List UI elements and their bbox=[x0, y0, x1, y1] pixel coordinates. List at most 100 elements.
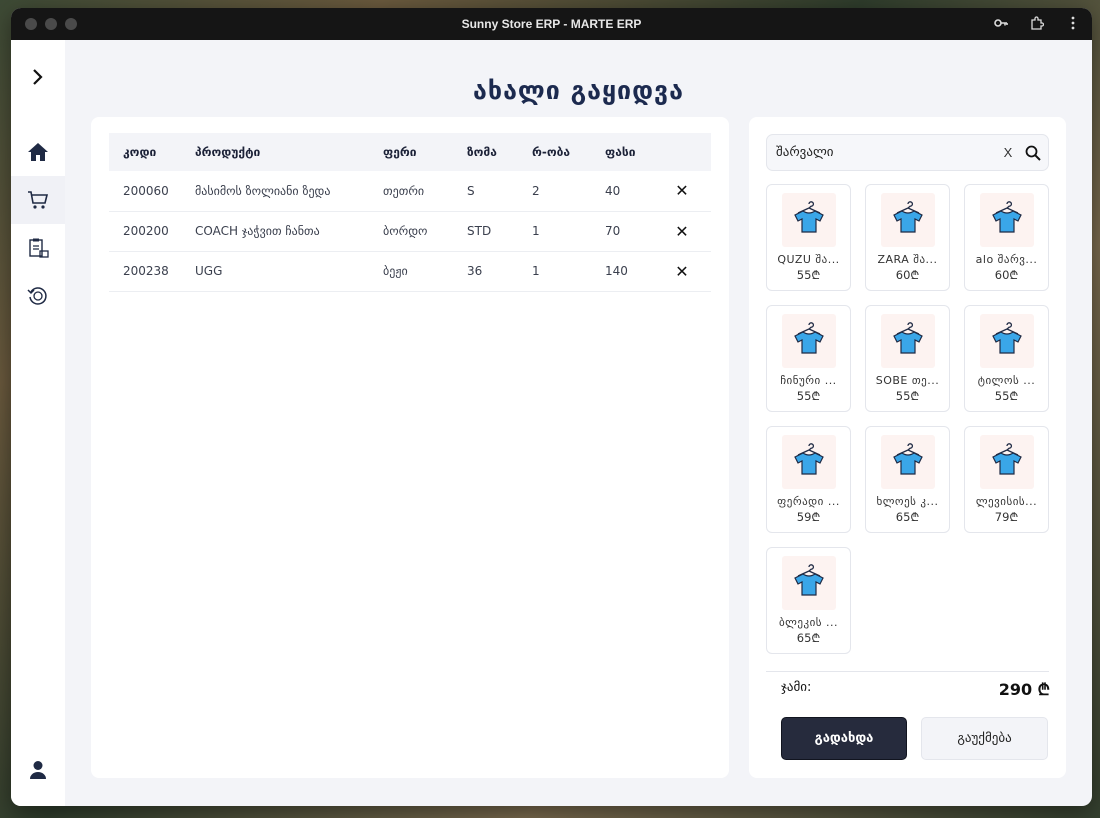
cell-size: 36 bbox=[453, 251, 518, 292]
product-card[interactable]: ZARA შა... 60₾ bbox=[865, 184, 950, 291]
cell-size: S bbox=[453, 171, 518, 212]
product-thumbnail bbox=[880, 435, 935, 489]
title-bar: Sunny Store ERP - MARTE ERP bbox=[11, 8, 1092, 40]
product-card[interactable]: SOBE თე... 55₾ bbox=[865, 305, 950, 412]
main-content: ახალი გაყიდვა კოდი პროდუქტი ფერი ზომა რ-… bbox=[65, 40, 1092, 806]
product-card[interactable]: alo შარვ... 60₾ bbox=[964, 184, 1049, 291]
sidebar-user-button[interactable] bbox=[11, 760, 65, 780]
sidebar-toggle-button[interactable] bbox=[23, 62, 53, 92]
search-icon bbox=[1025, 145, 1041, 161]
app-window: Sunny Store ERP - MARTE ERP ახალი გაყიდვ… bbox=[11, 8, 1092, 806]
shirt-icon bbox=[989, 200, 1025, 240]
product-thumbnail bbox=[781, 435, 836, 489]
product-thumbnail bbox=[880, 193, 935, 247]
cell-product: UGG bbox=[181, 251, 369, 292]
search-input[interactable] bbox=[767, 145, 998, 160]
sidebar-item-inventory[interactable] bbox=[11, 234, 65, 262]
product-card[interactable]: ბლეკის ... 65₾ bbox=[766, 547, 851, 654]
window-title: Sunny Store ERP - MARTE ERP bbox=[461, 17, 642, 31]
shirt-icon bbox=[791, 442, 827, 482]
product-name: ZARA შა... bbox=[877, 253, 938, 266]
cart-icon bbox=[28, 191, 49, 209]
product-card[interactable]: ლევისის... 79₾ bbox=[964, 426, 1049, 533]
cell-qty: 1 bbox=[518, 251, 591, 292]
close-window-button[interactable] bbox=[25, 18, 37, 30]
shirt-icon bbox=[989, 321, 1025, 361]
product-card[interactable]: ხლოეს კ... 65₾ bbox=[865, 426, 950, 533]
close-icon: ✕ bbox=[675, 261, 689, 281]
product-name: ბლეკის ... bbox=[778, 616, 839, 629]
clear-search-button[interactable]: X bbox=[998, 145, 1018, 160]
sidebar-item-returns[interactable] bbox=[11, 282, 65, 310]
product-thumbnail bbox=[979, 435, 1034, 489]
cart-table-card: კოდი პროდუქტი ფერი ზომა რ-ობა ფასი 20006… bbox=[91, 117, 729, 778]
product-thumbnail bbox=[979, 193, 1034, 247]
cell-price: 140 bbox=[591, 251, 653, 292]
product-name: ლევისის... bbox=[975, 495, 1038, 508]
product-name: alo შარვ... bbox=[975, 253, 1038, 266]
cell-color: ბეჟი bbox=[369, 251, 453, 292]
product-price: 59₾ bbox=[796, 510, 821, 524]
clipboard-icon bbox=[29, 238, 49, 258]
remove-row-button[interactable]: ✕ bbox=[653, 251, 711, 292]
table-header-row: კოდი პროდუქტი ფერი ზომა რ-ობა ფასი bbox=[109, 133, 711, 171]
product-name: ხლოეს კ... bbox=[876, 495, 939, 508]
title-actions bbox=[992, 14, 1082, 32]
product-card[interactable]: QUZU შა... 55₾ bbox=[766, 184, 851, 291]
remove-row-button[interactable]: ✕ bbox=[653, 171, 711, 212]
remove-row-button[interactable]: ✕ bbox=[653, 211, 711, 252]
product-price: 55₾ bbox=[994, 389, 1019, 403]
cancel-button[interactable]: გაუქმება bbox=[921, 717, 1048, 760]
product-price: 55₾ bbox=[895, 389, 920, 403]
window-controls bbox=[25, 18, 77, 30]
shirt-icon bbox=[890, 442, 926, 482]
product-thumbnail bbox=[880, 314, 935, 368]
shirt-icon bbox=[791, 200, 827, 240]
user-icon bbox=[30, 761, 46, 779]
pay-button[interactable]: გადახდა bbox=[781, 717, 907, 760]
product-card[interactable]: ტილოს ... 55₾ bbox=[964, 305, 1049, 412]
cell-code: 200200 bbox=[109, 211, 181, 252]
table-row: 200238 UGG ბეჟი 36 1 140 ✕ bbox=[109, 251, 711, 292]
cell-product: COACH ჯაჭვით ჩანთა bbox=[181, 211, 369, 252]
maximize-window-button[interactable] bbox=[65, 18, 77, 30]
shirt-icon bbox=[989, 442, 1025, 482]
minimize-window-button[interactable] bbox=[45, 18, 57, 30]
shirt-icon bbox=[791, 563, 827, 603]
product-price: 60₾ bbox=[895, 268, 920, 282]
refund-icon bbox=[27, 287, 47, 305]
header-product: პროდუქტი bbox=[195, 145, 261, 159]
sidebar-item-sales[interactable] bbox=[11, 176, 65, 224]
cell-qty: 2 bbox=[518, 171, 591, 212]
search-button[interactable] bbox=[1018, 145, 1048, 161]
key-icon[interactable] bbox=[992, 14, 1010, 32]
product-name: ფერადი ... bbox=[777, 495, 840, 508]
product-price: 55₾ bbox=[796, 389, 821, 403]
sidebar-nav bbox=[11, 138, 65, 310]
close-icon: ✕ bbox=[675, 181, 689, 201]
header-code: კოდი bbox=[123, 145, 157, 159]
cell-color: თეთრი bbox=[369, 171, 453, 212]
product-name: QUZU შა... bbox=[777, 253, 840, 266]
cell-size: STD bbox=[453, 211, 518, 252]
header-qty: რ-ობა bbox=[532, 145, 571, 159]
sidebar-item-home[interactable] bbox=[11, 138, 65, 166]
product-card[interactable]: ჩინური ... 55₾ bbox=[766, 305, 851, 412]
product-card[interactable]: ფერადი ... 59₾ bbox=[766, 426, 851, 533]
close-icon: ✕ bbox=[675, 221, 689, 241]
page-title: ახალი გაყიდვა bbox=[473, 76, 684, 105]
sidebar bbox=[11, 40, 65, 806]
table-row: 200200 COACH ჯაჭვით ჩანთა ბორდო STD 1 70… bbox=[109, 211, 711, 252]
product-name: ჩინური ... bbox=[780, 374, 837, 387]
total-value: 290 ₾ bbox=[998, 680, 1050, 699]
product-picker-card: X QUZU შა... 55₾ ZARA შა... 60₾ alo შარვ... 6… bbox=[749, 117, 1066, 778]
product-price: 60₾ bbox=[994, 268, 1019, 282]
more-vertical-icon[interactable] bbox=[1064, 14, 1082, 32]
extension-icon[interactable] bbox=[1028, 14, 1046, 32]
product-price: 79₾ bbox=[994, 510, 1019, 524]
chevron-right-icon bbox=[33, 69, 43, 85]
product-grid: QUZU შა... 55₾ ZARA შა... 60₾ alo შარვ... 60₾… bbox=[766, 184, 1049, 654]
product-thumbnail bbox=[781, 556, 836, 610]
shirt-icon bbox=[890, 321, 926, 361]
search-box: X bbox=[766, 134, 1049, 171]
